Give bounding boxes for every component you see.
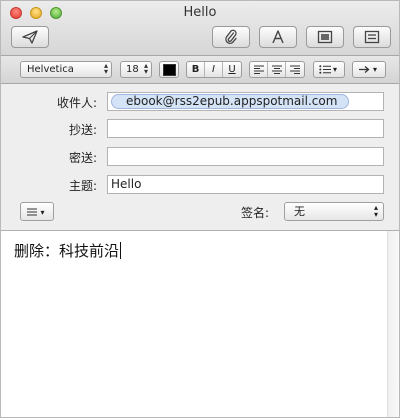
header-options-button[interactable]: ▾ — [20, 202, 54, 221]
align-left-button[interactable] — [250, 62, 268, 77]
send-button[interactable] — [11, 26, 49, 48]
color-swatch — [162, 63, 176, 76]
message-headers: 收件人: ebook@rss2epub.appspotmail.com 抄送: … — [1, 84, 399, 231]
align-center-button[interactable] — [268, 62, 286, 77]
send-paper-plane-icon — [22, 30, 38, 44]
font-family-select[interactable]: Helvetica ▴ ▾ — [20, 61, 112, 78]
font-size-select[interactable]: 18 ▴ ▾ — [120, 61, 152, 78]
paperclip-icon — [225, 29, 237, 44]
chevron-down-icon: ▾ — [333, 65, 338, 74]
bold-button[interactable]: B — [187, 62, 205, 77]
window-title: Hello — [183, 5, 217, 20]
chevron-down-icon: ▾ — [40, 208, 45, 217]
text-color-button[interactable] — [159, 61, 179, 78]
signature-label: 签名: — [240, 206, 269, 220]
select-arrows-icon: ▴ ▾ — [373, 203, 378, 219]
signature-value: 无 — [294, 205, 305, 218]
align-center-icon — [271, 65, 282, 74]
body-text-content: 删除：科技前沿 — [14, 242, 120, 260]
stationery-button[interactable] — [353, 26, 391, 48]
message-body[interactable]: 删除：科技前沿 — [1, 231, 387, 417]
bcc-label: 密送: — [68, 151, 97, 165]
subject-field[interactable]: Hello — [107, 175, 384, 194]
photo-browser-button[interactable] — [306, 26, 344, 48]
body-text: 删除：科技前沿 — [14, 240, 122, 261]
bcc-field[interactable] — [107, 147, 384, 166]
bulleted-list-icon — [319, 65, 331, 74]
photo-browser-icon — [317, 30, 333, 44]
cc-field[interactable] — [107, 119, 384, 138]
compose-window: Hello Helvetica ▴ ▾ 18 ▴ ▾ B I U ▾ ▾ 收件人… — [0, 0, 400, 418]
to-label: 收件人: — [56, 96, 97, 110]
header-list-icon — [27, 208, 37, 216]
indent-arrow-icon — [359, 66, 370, 73]
align-right-icon — [290, 65, 300, 74]
subject-label: 主题: — [68, 179, 97, 193]
signature-select[interactable]: 无 ▴ ▾ — [284, 202, 384, 221]
italic-button[interactable]: I — [205, 62, 223, 77]
font-family-value: Helvetica — [27, 64, 74, 75]
alignment-buttons — [249, 61, 305, 78]
cc-label: 抄送: — [68, 123, 97, 137]
underline-button[interactable]: U — [223, 62, 241, 77]
font-size-value: 18 — [126, 64, 139, 75]
recipient-token[interactable]: ebook@rss2epub.appspotmail.com — [111, 94, 349, 109]
text-caret — [120, 242, 122, 259]
align-left-icon — [253, 65, 264, 74]
fonts-A-icon — [272, 30, 284, 44]
stationery-template-icon — [364, 30, 380, 44]
select-arrows-icon: ▴ ▾ — [143, 61, 148, 76]
chevron-down-icon: ▾ — [373, 65, 378, 74]
to-field[interactable]: ebook@rss2epub.appspotmail.com — [107, 92, 384, 111]
list-style-button[interactable]: ▾ — [313, 61, 345, 78]
attach-button[interactable] — [212, 26, 250, 48]
indent-button[interactable]: ▾ — [352, 61, 386, 78]
text-style-buttons: B I U — [186, 61, 242, 78]
select-arrows-icon: ▴ ▾ — [103, 61, 108, 76]
align-right-button[interactable] — [286, 62, 304, 77]
show-fonts-button[interactable] — [259, 26, 297, 48]
title-bar: Hello — [1, 1, 399, 56]
format-bar: Helvetica ▴ ▾ 18 ▴ ▾ B I U ▾ ▾ — [1, 56, 399, 84]
vertical-scrollbar[interactable] — [387, 231, 399, 417]
